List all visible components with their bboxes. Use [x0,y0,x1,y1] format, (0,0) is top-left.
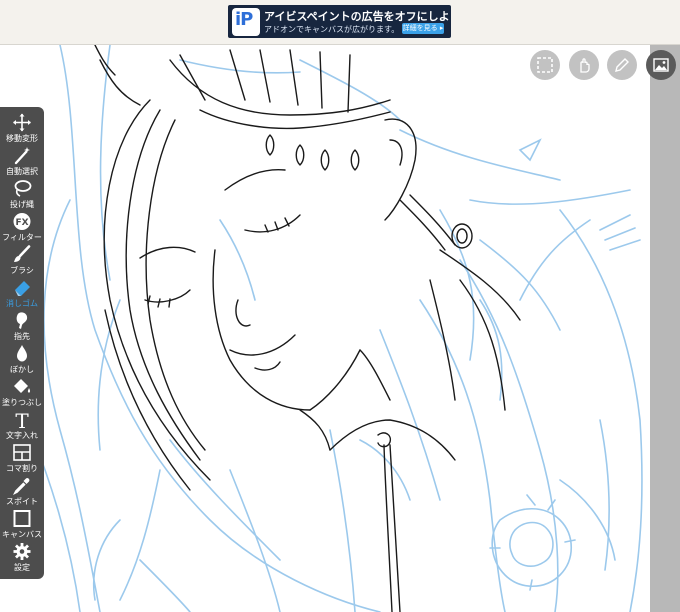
tool-label: 設定 [14,563,30,572]
tool-filter[interactable]: FX フィルター [0,210,44,243]
tool-eraser[interactable]: 消しゴム [0,276,44,309]
tool-label: コマ割り [6,464,38,473]
pen-icon [615,58,629,72]
artwork-sketch [29,45,643,612]
blur-drop-icon [17,345,27,362]
selection-icon [537,57,553,73]
brush-icon [14,245,31,262]
fill-bucket-icon [14,379,31,393]
reference-image-button[interactable] [646,50,676,80]
canvas-icon [13,510,31,527]
tool-label: ブラシ [10,266,34,275]
magic-wand-icon [14,147,30,165]
ibis-paint-logo-icon: iP [232,8,260,36]
tool-label: 塗りつぶし [1,398,43,407]
tool-label: キャンバス [2,530,42,539]
right-scrollbar-area[interactable] [650,45,680,612]
tool-label: 投げ縄 [10,200,34,209]
tool-palette: 移動変形 自動選択 投げ縄 FX フィルター ブラシ 消しゴム 指先 ぼかし 塗… [0,107,44,579]
tool-label: 消しゴム [6,299,38,308]
hand-touch-icon [580,58,590,73]
tool-label: ぼかし [10,365,34,374]
tool-text[interactable]: T 文字入れ [0,408,44,441]
svg-text:T: T [15,410,29,429]
tool-frame-divider[interactable]: コマ割り [0,441,44,474]
hand-touch-button[interactable] [569,50,599,80]
ad-banner[interactable]: iP アイビスペイントの広告をオフにしよう! アドオンでキャンバスが広がります。… [228,5,451,38]
move-transform-icon [13,113,31,132]
frame-divider-icon [13,444,31,461]
tool-eyedropper[interactable]: スポイト [0,474,44,507]
selection-button[interactable] [530,50,560,80]
tool-lasso[interactable]: 投げ縄 [0,177,44,210]
text-icon: T [15,410,29,429]
eyedropper-icon [12,478,30,495]
settings-gear-icon [13,543,31,560]
ad-title: アイビスペイントの広告をオフにしよう! [264,10,451,23]
reference-image-icon [653,58,669,72]
ad-bar: iP アイビスペイントの広告をオフにしよう! アドオンでキャンバスが広がります。… [0,0,680,45]
pen-button[interactable] [607,50,637,80]
tool-magic-wand[interactable]: 自動選択 [0,144,44,177]
tool-label: 文字入れ [6,431,38,440]
tool-brush[interactable]: ブラシ [0,243,44,276]
filter-fx-icon: FX [13,213,31,230]
svg-text:FX: FX [15,218,28,228]
tool-label: 指先 [14,332,30,341]
ad-subtitle: アドオンでキャンバスが広がります。 [264,25,400,34]
tool-smudge[interactable]: 指先 [0,309,44,342]
smudge-icon [16,312,28,329]
tool-label: 移動変形 [6,134,38,143]
ad-details-button[interactable]: 詳細を見る ▸ [402,23,444,34]
tool-label: フィルター [2,233,42,242]
drawing-canvas[interactable] [0,45,650,612]
tool-blur[interactable]: ぼかし [0,342,44,375]
tool-label: 自動選択 [6,167,38,176]
tool-move-transform[interactable]: 移動変形 [0,111,44,144]
tool-label: スポイト [6,497,38,506]
tool-canvas[interactable]: キャンバス [0,507,44,540]
eraser-icon [15,281,30,296]
logo-text: iP [235,9,253,30]
lasso-icon [14,180,32,197]
tool-fill[interactable]: 塗りつぶし [0,375,44,408]
tool-settings[interactable]: 設定 [0,540,44,573]
